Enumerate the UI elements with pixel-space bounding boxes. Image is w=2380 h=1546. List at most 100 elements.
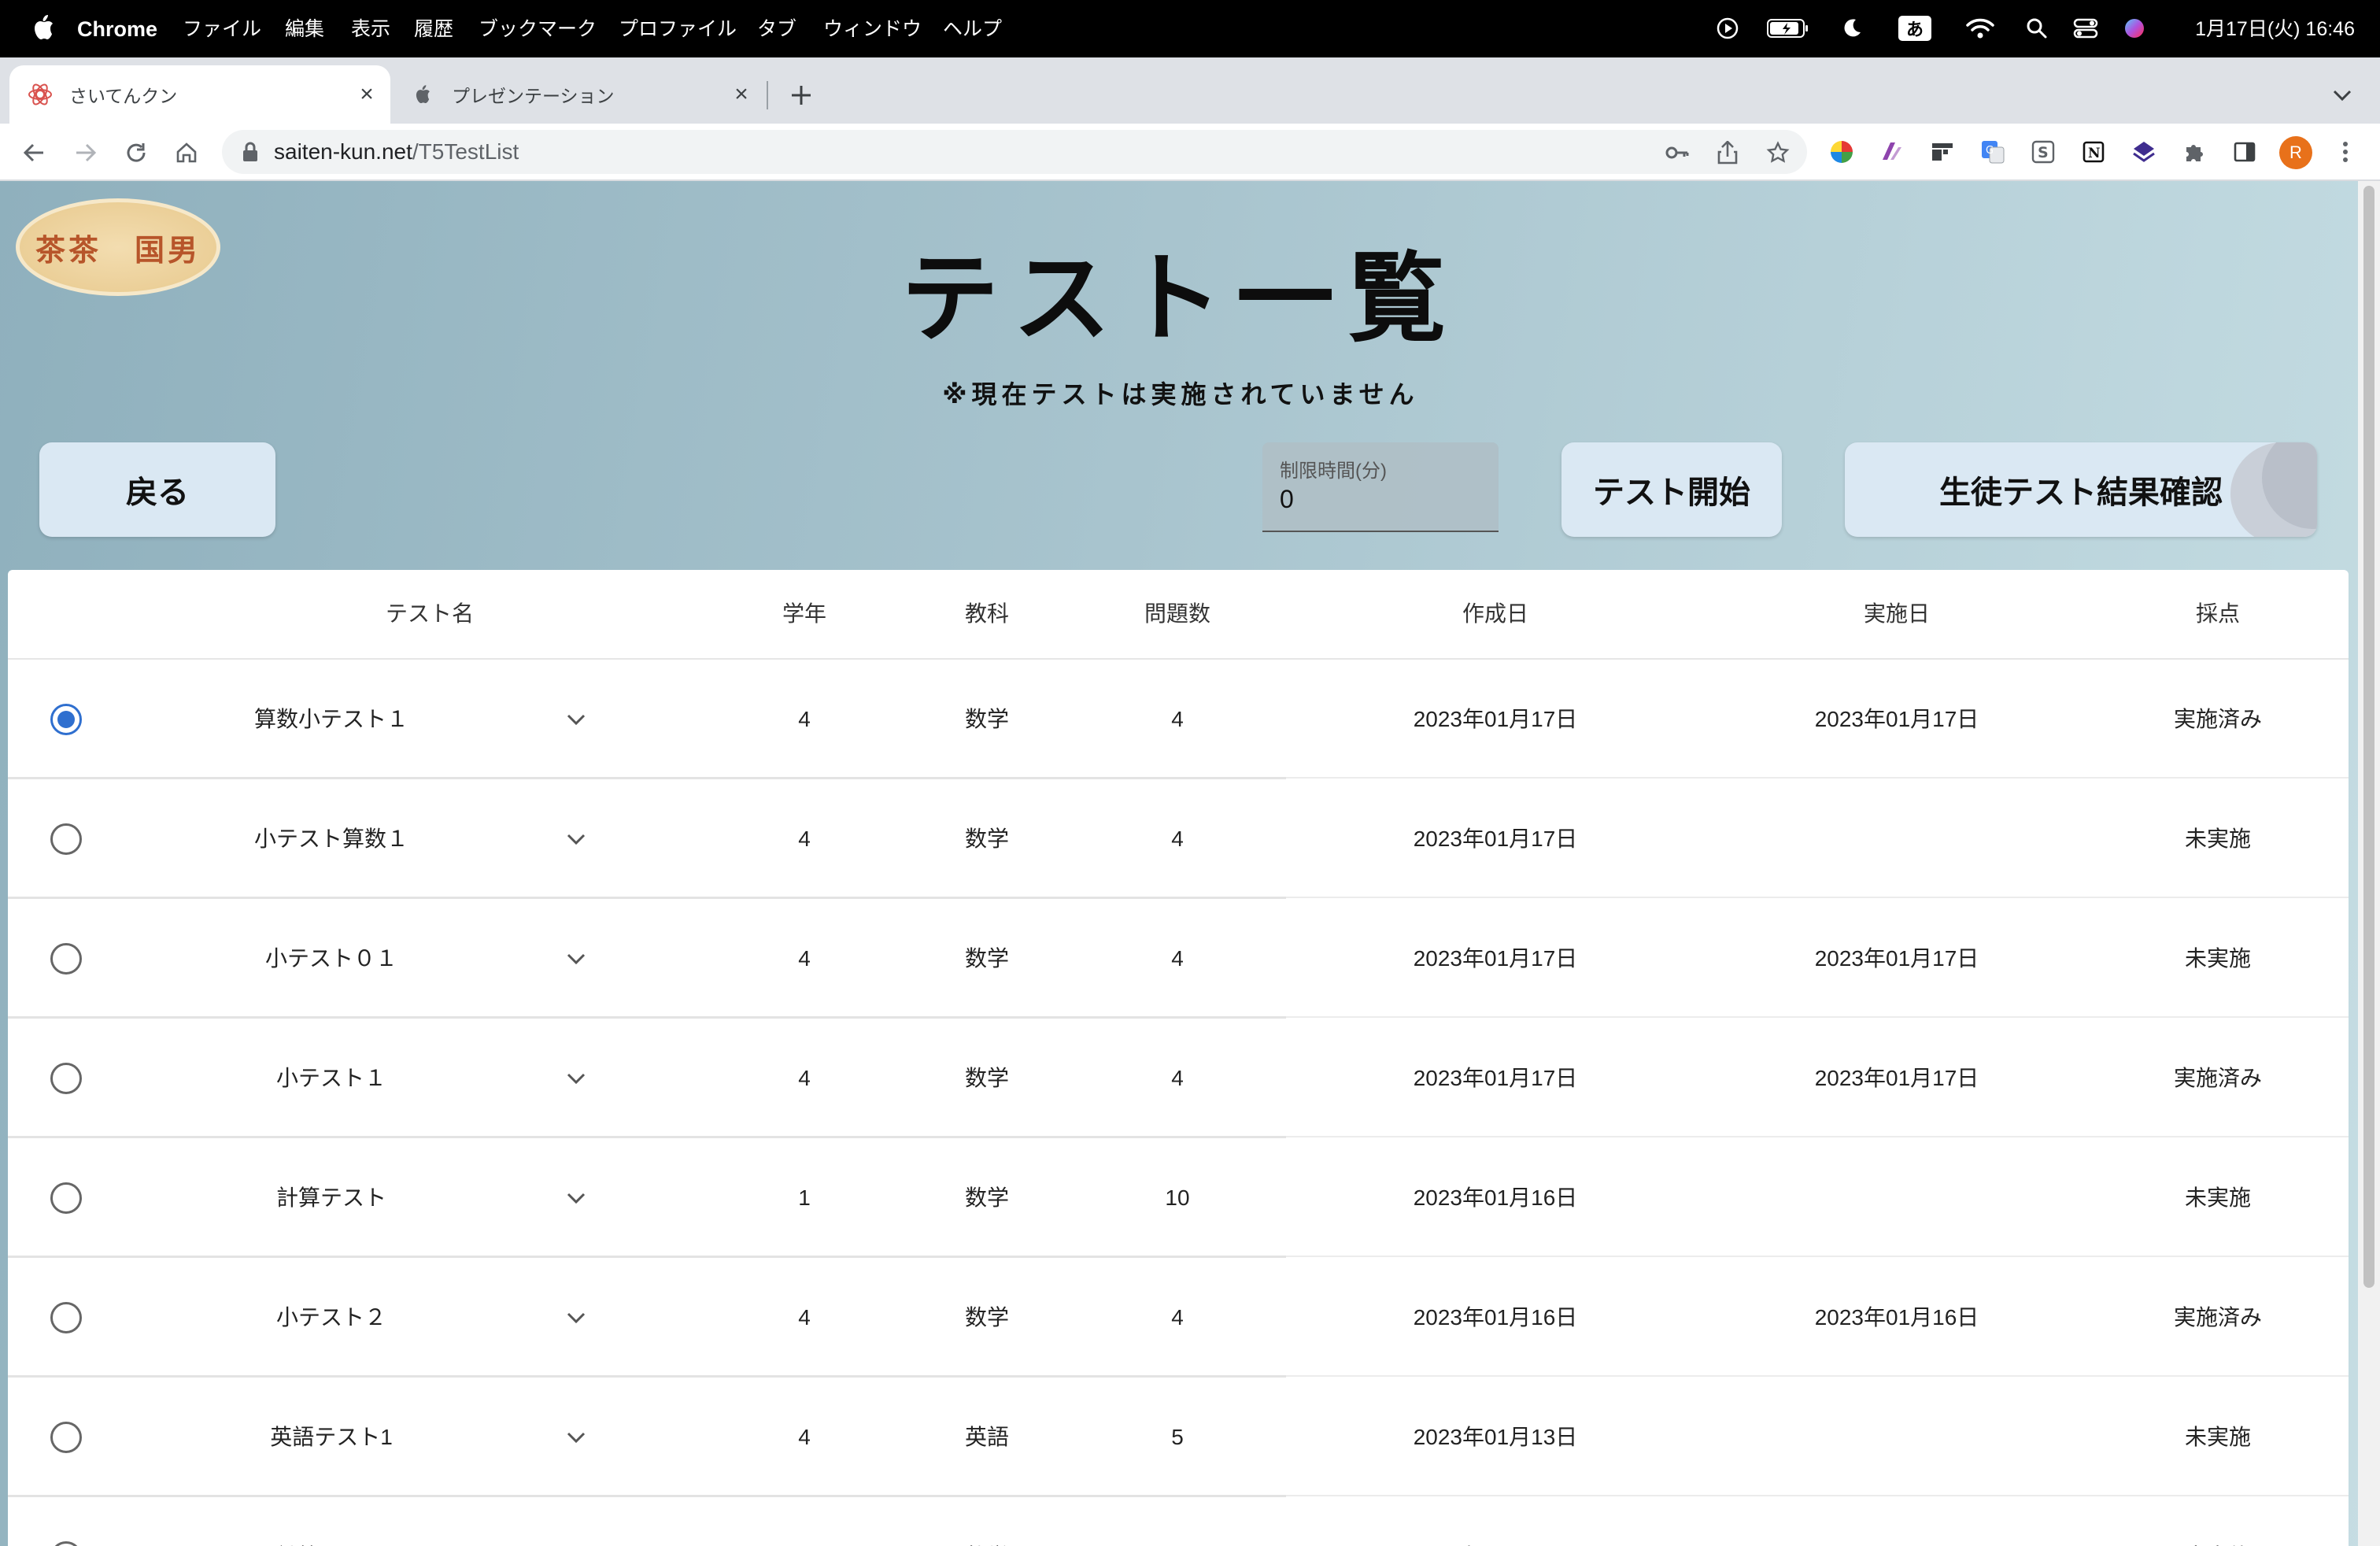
row-select-radio[interactable] [50,1182,82,1214]
table-row[interactable]: 算数小テスト１ 4 数学 4 2023年01月17日 2023年01月17日 実施済み [8,660,2349,779]
s-extension-icon[interactable]: S [2027,136,2059,168]
apple-menu-icon[interactable] [31,13,55,43]
share-icon[interactable] [1714,139,1741,166]
student-results-button[interactable]: 生徒テスト結果確認 [1845,442,2317,537]
time-limit-field[interactable]: 制限時間(分) 0 [1262,442,1499,532]
table-row[interactable]: 小テスト２ 4 数学 4 2023年01月16日 2023年01月16日 実施済み [8,1258,2349,1378]
menu-help[interactable]: ヘルプ [943,15,1002,43]
cell-subject: 英語 [964,1425,1009,1449]
table-row[interactable]: 計算テスト 数学 2023年01月13日 未実施 [8,1497,2349,1546]
close-tab-icon[interactable]: × [354,81,379,107]
table-row[interactable]: 計算テスト 1 数学 10 2023年01月16日 未実施 [8,1138,2349,1258]
row-select-radio[interactable] [50,1541,82,1546]
reload-icon[interactable] [120,136,153,169]
play-icon[interactable] [1714,16,1741,41]
menu-bookmarks[interactable]: ブックマーク [479,15,597,43]
moon-icon[interactable] [1839,16,1865,41]
header-created-date[interactable]: 作成日 [1330,570,1661,658]
forward-arrow-icon[interactable] [69,136,102,169]
siri-icon[interactable] [2122,16,2147,41]
row-select-radio[interactable] [50,1063,82,1094]
spotlight-search-icon[interactable] [2024,16,2049,41]
extensions-puzzle-icon[interactable] [2179,136,2210,168]
lock-icon[interactable] [241,141,260,163]
row-select-radio[interactable] [50,943,82,975]
notion-icon[interactable]: N [2078,136,2109,168]
header-test-name[interactable]: テスト名 [272,570,587,658]
key-icon[interactable] [1664,139,1691,166]
chevron-down-icon[interactable] [564,1185,589,1211]
back-arrow-icon[interactable] [17,136,50,169]
header-question-count[interactable]: 問題数 [1099,570,1256,658]
time-limit-label: 制限時間(分) [1280,460,1387,482]
tab-saitenkun[interactable]: さいてんクン × [9,65,390,124]
chevron-down-icon[interactable] [564,1305,589,1330]
menu-profile[interactable]: プロファイル [619,15,737,43]
menu-tab[interactable]: タブ [757,15,796,43]
purple-extension-icon[interactable] [1876,136,1908,168]
side-panel-icon[interactable] [2229,136,2260,168]
header-grading[interactable]: 採点 [2123,570,2312,658]
row-select-radio[interactable] [50,1302,82,1333]
cell-question-count: 4 [1171,946,1184,971]
close-tab-icon[interactable]: × [729,81,754,107]
cell-question-count: 10 [1165,1185,1190,1210]
menu-view[interactable]: 表示 [351,15,390,43]
control-center-icon[interactable] [2071,16,2100,41]
cell-test-name: 算数小テスト１ [253,707,408,731]
chevron-down-icon[interactable] [564,1425,589,1450]
menu-file[interactable]: ファイル [183,15,261,43]
tab-search-chevron-icon[interactable] [2328,81,2356,109]
chevron-down-icon[interactable] [564,1066,589,1091]
cell-subject: 数学 [964,707,1009,731]
svg-text:G: G [1986,145,1994,157]
start-test-button[interactable]: テスト開始 [1561,442,1782,537]
menu-history[interactable]: 履歴 [414,15,453,43]
menubar-clock[interactable]: 1月17日(火) 16:46 [2195,15,2355,43]
cell-grading-status: 実施済み [2173,707,2262,731]
chevron-down-icon[interactable] [564,827,589,852]
app-favicon-icon [27,81,54,108]
profile-avatar[interactable]: R [2279,136,2312,169]
input-method-icon[interactable]: あ [1898,16,1931,41]
cell-created-date: 2023年01月13日 [1330,1497,1661,1546]
menu-app-name[interactable]: Chrome [77,15,157,43]
cell-question-count: 4 [1171,1066,1184,1090]
address-bar[interactable]: saiten-kun.net/T5TestList [222,130,1807,174]
page-scrollbar[interactable] [2358,181,2380,1546]
layers-extension-icon[interactable] [2128,136,2160,168]
header-held-date[interactable]: 実施日 [1731,570,2062,658]
time-limit-input[interactable]: 0 [1280,485,1294,514]
cell-test-name: 計算テスト [154,1497,508,1546]
table-row[interactable]: 英語テスト1 4 英語 5 2023年01月13日 未実施 [8,1378,2349,1497]
header-grade[interactable]: 学年 [751,570,858,658]
scrollbar-thumb[interactable] [2363,186,2374,1288]
header-subject[interactable]: 教科 [924,570,1050,658]
chevron-down-icon[interactable] [564,707,589,732]
menu-window[interactable]: ウィンドウ [823,15,922,43]
cell-held-date [1731,779,2062,899]
wifi-icon[interactable] [1964,16,1996,41]
menu-edit[interactable]: 編集 [285,15,324,43]
table-row[interactable]: 小テスト算数１ 4 数学 4 2023年01月17日 未実施 [8,779,2349,899]
back-button[interactable]: 戻る [39,442,275,537]
grid-extension-icon[interactable] [1927,136,1958,168]
row-select-radio[interactable] [50,1422,82,1453]
cell-question-count: 5 [1171,1425,1184,1449]
browser-toolbar: saiten-kun.net/T5TestList G S N R [0,124,2380,181]
table-row[interactable]: 小テスト０１ 4 数学 4 2023年01月17日 2023年01月17日 未実施 [8,899,2349,1019]
bookmark-star-icon[interactable] [1765,139,1791,166]
color-picker-extension-icon[interactable] [1826,136,1857,168]
home-icon[interactable] [170,136,203,169]
tab-presentation[interactable]: プレゼンテーション × [392,65,765,124]
more-menu-icon[interactable] [2330,136,2361,168]
table-row[interactable]: 小テスト１ 4 数学 4 2023年01月17日 2023年01月17日 実施済み [8,1019,2349,1138]
row-select-radio[interactable] [50,823,82,855]
url-text[interactable]: saiten-kun.net/T5TestList [274,139,519,165]
translate-extension-icon[interactable]: G [1977,136,2009,168]
cell-held-date: 2023年01月17日 [1814,1066,1979,1090]
chevron-down-icon[interactable] [564,946,589,971]
new-tab-button[interactable] [782,76,820,114]
row-select-radio[interactable] [50,704,82,735]
battery-icon[interactable] [1766,16,1810,41]
